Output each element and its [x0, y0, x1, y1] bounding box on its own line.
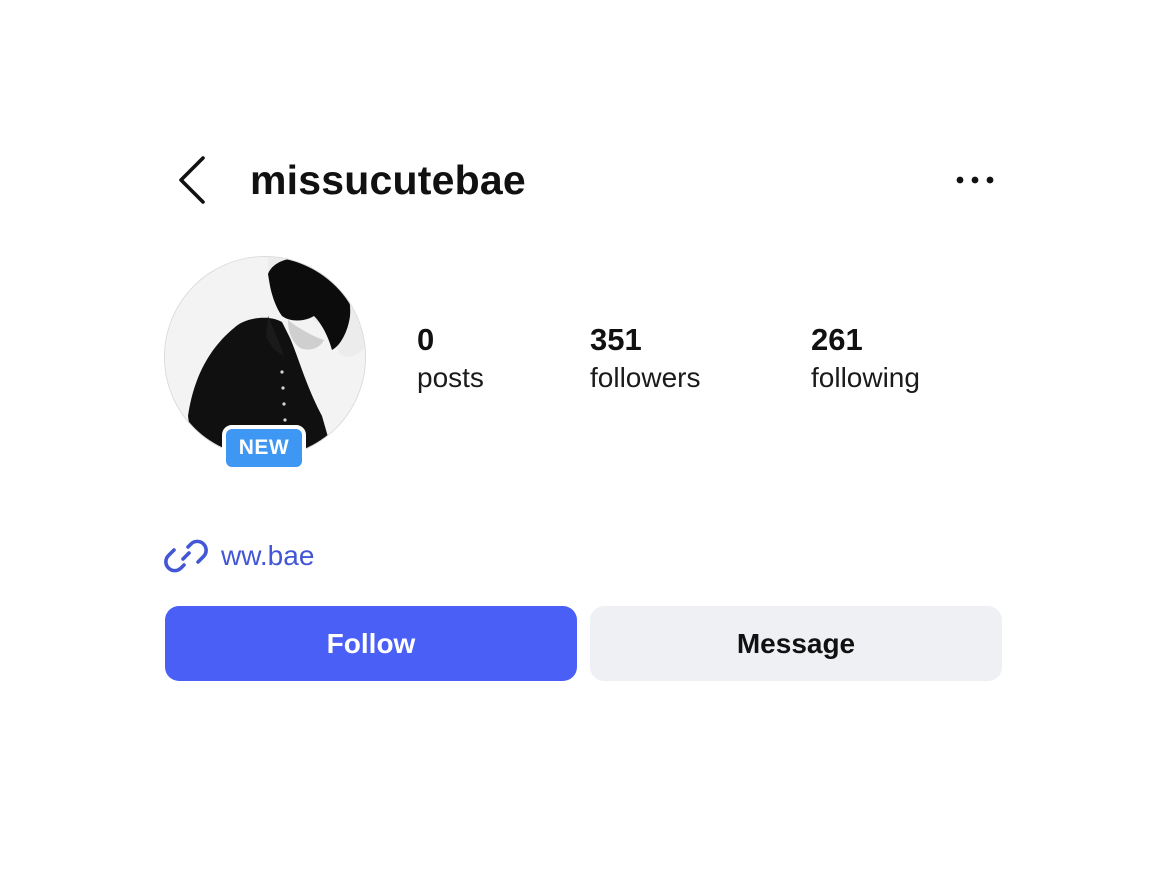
following-label: following	[811, 362, 920, 393]
chevron-left-icon	[179, 156, 205, 204]
posts-value: 0	[417, 322, 435, 357]
link-icon	[164, 539, 208, 573]
profile-link[interactable]: ww.bae	[164, 534, 314, 578]
profile-link-text: ww.bae	[221, 540, 315, 571]
followers-value: 351	[590, 322, 642, 357]
following-count[interactable]: 261 following	[811, 320, 920, 396]
new-badge: NEW	[222, 425, 306, 471]
posts-count[interactable]: 0 posts	[417, 320, 484, 396]
posts-label: posts	[417, 362, 484, 393]
following-value: 261	[811, 322, 863, 357]
followers-count[interactable]: 351 followers	[590, 320, 700, 396]
follow-button[interactable]: Follow	[165, 606, 577, 681]
more-horizontal-icon	[956, 176, 994, 184]
followers-label: followers	[590, 362, 701, 393]
back-button[interactable]	[168, 150, 216, 210]
message-button[interactable]: Message	[590, 606, 1002, 681]
more-options-button[interactable]	[950, 162, 1000, 198]
profile-username: missucutebae	[250, 157, 526, 203]
